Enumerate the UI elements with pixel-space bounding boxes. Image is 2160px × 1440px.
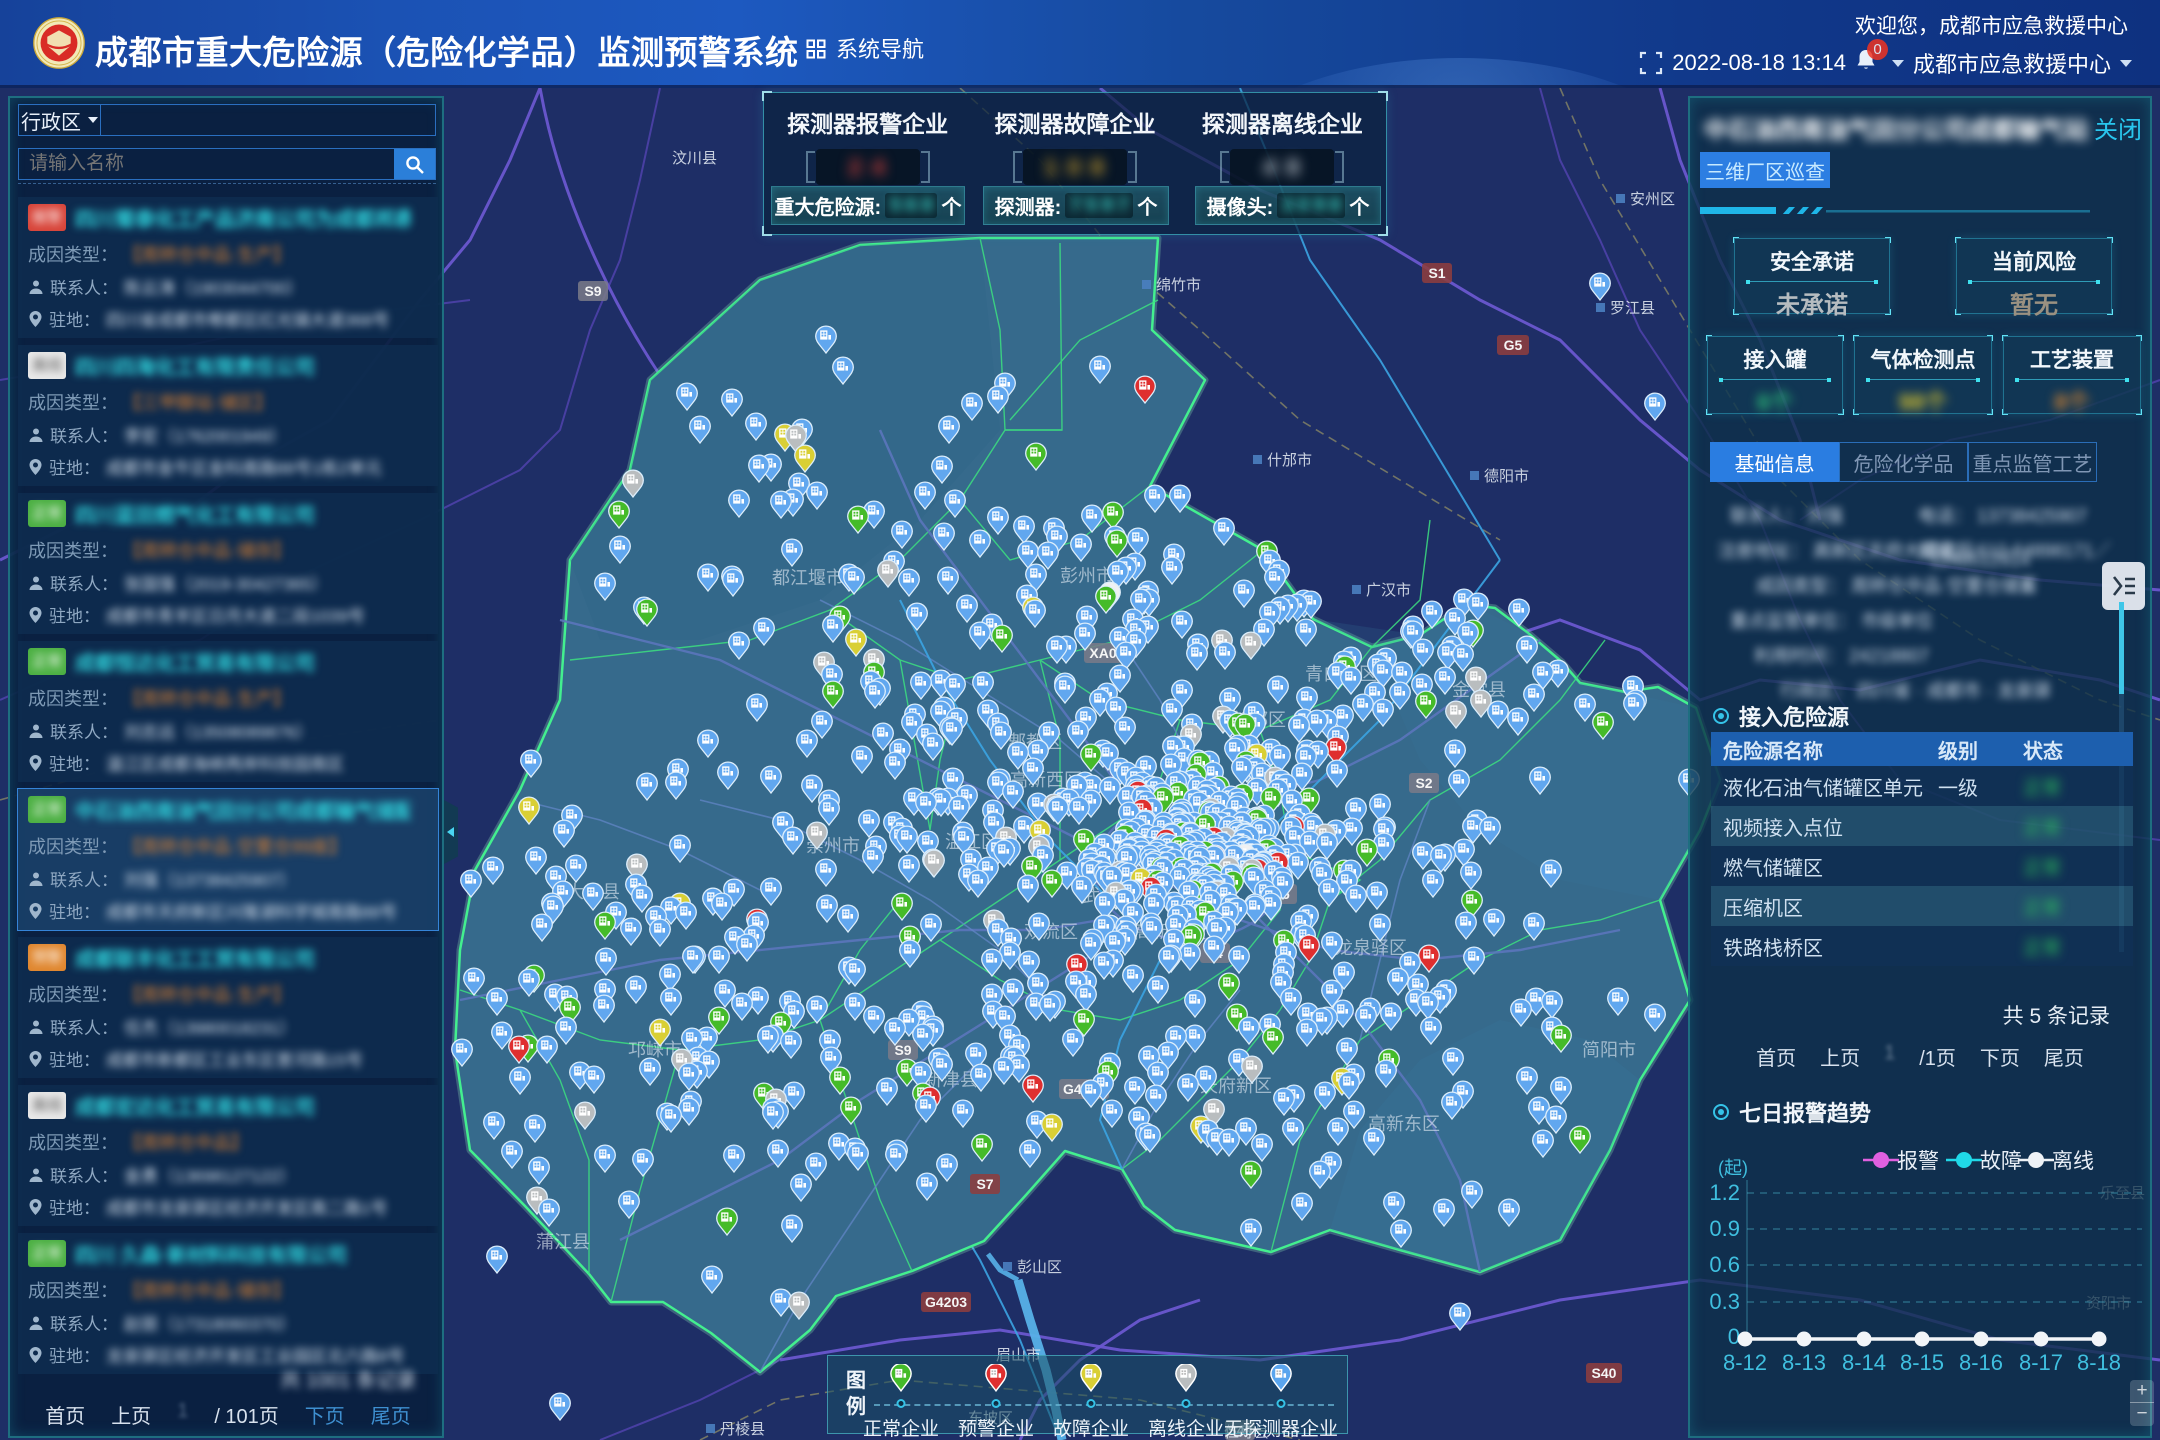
- svg-text:S40: S40: [1592, 1365, 1617, 1381]
- svg-text:G4203: G4203: [925, 1294, 967, 1310]
- svg-text:1.2: 1.2: [1709, 1180, 1740, 1205]
- svg-text:德阳市: 德阳市: [1484, 467, 1529, 485]
- svg-text:8-16: 8-16: [1959, 1350, 2003, 1375]
- svg-text:龙泉驿区: 龙泉驿区: [1335, 938, 1407, 958]
- svg-text:离线: 离线: [2052, 1150, 2094, 1173]
- svg-text:8-15: 8-15: [1900, 1350, 1944, 1375]
- svg-text:广汉市: 广汉市: [1366, 582, 1411, 599]
- svg-text:什邡市: 什邡市: [1267, 452, 1312, 469]
- svg-text:0.3: 0.3: [1709, 1289, 1740, 1314]
- svg-text:S9: S9: [894, 1042, 911, 1058]
- svg-text:S9: S9: [584, 283, 601, 299]
- svg-text:S7: S7: [976, 1176, 993, 1192]
- svg-text:简阳市: 简阳市: [1582, 1040, 1636, 1060]
- svg-text:罗江县: 罗江县: [1610, 300, 1655, 317]
- svg-text:报警: 报警: [1897, 1150, 1939, 1173]
- svg-text:(起): (起): [1718, 1158, 1748, 1178]
- svg-text:8-17: 8-17: [2019, 1350, 2063, 1375]
- svg-text:故障: 故障: [1980, 1150, 2022, 1173]
- svg-text:8-14: 8-14: [1842, 1350, 1886, 1375]
- svg-text:汶川县: 汶川县: [672, 149, 717, 167]
- svg-text:XA0: XA0: [1089, 645, 1116, 661]
- svg-text:彭山区: 彭山区: [1017, 1259, 1062, 1276]
- svg-text:S2: S2: [1415, 775, 1432, 791]
- svg-text:都江堰市: 都江堰市: [772, 568, 844, 588]
- svg-text:蒲江县: 蒲江县: [536, 1232, 590, 1252]
- svg-text:S1: S1: [1428, 265, 1445, 281]
- svg-text:8-13: 8-13: [1782, 1350, 1826, 1375]
- svg-text:8-18: 8-18: [2077, 1350, 2121, 1375]
- svg-text:绵竹市: 绵竹市: [1156, 277, 1201, 294]
- svg-text:安州区: 安州区: [1630, 191, 1675, 208]
- svg-text:8-12: 8-12: [1723, 1350, 1767, 1375]
- svg-text:0.9: 0.9: [1709, 1216, 1740, 1241]
- svg-text:G5: G5: [1504, 337, 1523, 353]
- svg-text:0.6: 0.6: [1709, 1252, 1740, 1277]
- svg-text:丹棱县: 丹棱县: [720, 1421, 765, 1438]
